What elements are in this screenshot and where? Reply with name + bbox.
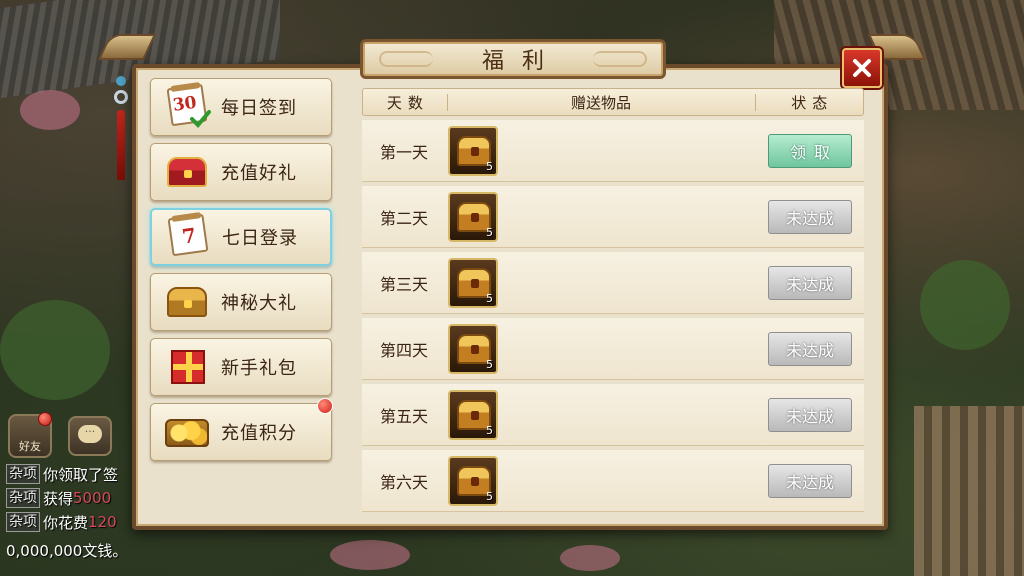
reward-table: 天数 赠送物品 状态 第一天 5 领取 第二天 5 未达成 第三天 5 未达成 … — [362, 88, 864, 512]
swirl-ornament-icon — [379, 51, 433, 67]
not-reached-button[interactable]: 未达成 — [768, 199, 852, 234]
sidebar-item-label: 新手礼包 — [221, 358, 297, 379]
sidebar-item-recharge-gift[interactable]: 充值好礼 — [150, 143, 332, 201]
header-day: 天数 — [386, 93, 429, 112]
sidebar-item-newbie-pack[interactable]: 新手礼包 — [150, 338, 332, 396]
table-row: 第二天 5 未达成 — [362, 186, 864, 248]
row-day: 第四天 — [379, 340, 428, 360]
table-row: 第三天 5 未达成 — [362, 252, 864, 314]
row-day: 第二天 — [379, 208, 428, 228]
not-reached-button[interactable]: 未达成 — [768, 331, 852, 366]
reward-chest-item[interactable]: 5 — [448, 389, 498, 440]
sidebar-item-label: 七日登录 — [222, 228, 298, 249]
blossom-decoration — [560, 545, 620, 571]
gold-chest-icon — [163, 279, 211, 325]
chat-line: 杂项 你领取了签 — [6, 462, 146, 486]
reward-chest-item[interactable]: 5 — [448, 323, 498, 374]
item-quantity: 5 — [486, 159, 493, 173]
hanging-charm-icon — [112, 76, 130, 186]
blossom-decoration — [330, 540, 410, 570]
item-quantity: 5 — [486, 225, 493, 239]
treasure-chest-icon — [163, 149, 211, 195]
not-reached-button[interactable]: 未达成 — [768, 397, 852, 432]
reward-chest-item[interactable]: 5 — [448, 191, 498, 242]
calendar-7-icon: 7 — [164, 211, 212, 260]
close-button[interactable] — [842, 48, 882, 88]
chat-text: 你花费 — [43, 513, 89, 532]
table-row: 第四天 5 未达成 — [362, 318, 864, 380]
chat-highlight: 120 — [88, 513, 117, 531]
friends-button[interactable]: 好友 — [8, 412, 52, 458]
friends-label: 好友 — [19, 440, 41, 453]
foliage-decoration — [920, 260, 1010, 350]
item-quantity: 5 — [486, 291, 493, 305]
chat-bubble-icon: ··· — [78, 425, 102, 443]
chat-line-tail: 0,000,000文钱。 — [6, 542, 128, 560]
not-reached-button[interactable]: 未达成 — [768, 265, 852, 300]
close-icon — [853, 59, 871, 77]
swirl-ornament-icon — [593, 51, 647, 67]
chat-highlight: 5000 — [73, 489, 112, 507]
row-day: 第一天 — [379, 142, 428, 162]
chat-text: 获得 — [43, 489, 74, 508]
row-day: 第三天 — [379, 274, 428, 294]
table-row: 第六天 5 未达成 — [362, 450, 864, 512]
row-day: 第六天 — [379, 472, 428, 492]
notification-dot-icon — [38, 412, 52, 426]
calendar-30-icon: 30 — [163, 81, 211, 130]
header-item: 赠送物品 — [446, 92, 756, 113]
sidebar-item-label: 充值积分 — [221, 423, 297, 444]
foliage-decoration — [0, 300, 110, 400]
sidebar-item-recharge-points[interactable]: 充值积分 — [150, 398, 333, 461]
sidebar-item-daily-signin[interactable]: 30 每日签到 — [150, 78, 332, 136]
table-header: 天数 赠送物品 状态 — [362, 88, 864, 116]
chat-tag: 杂项 — [6, 488, 40, 508]
notification-dot-icon — [317, 398, 333, 414]
chat-line: 杂项 你花费 120 — [6, 510, 146, 534]
chat-tag: 杂项 — [6, 512, 40, 532]
blossom-decoration — [20, 90, 80, 130]
item-quantity: 5 — [486, 489, 493, 503]
gift-box-icon — [163, 344, 211, 390]
chat-line: 杂项 获得 5000 — [6, 486, 146, 510]
reward-chest-item[interactable]: 5 — [448, 257, 498, 308]
welfare-sidebar: 30 每日签到 充值好礼 7 七日登录 神秘大礼 新手礼包 充值积分 — [150, 78, 336, 468]
coin-chest-icon — [163, 409, 211, 455]
reward-chest-item[interactable]: 5 — [448, 455, 498, 506]
sidebar-item-label: 每日签到 — [221, 98, 297, 119]
table-row: 第一天 5 领取 — [362, 120, 864, 182]
item-quantity: 5 — [486, 423, 493, 437]
wooden-fence — [914, 406, 1024, 576]
sidebar-item-label: 充值好礼 — [221, 163, 297, 184]
sidebar-item-label: 神秘大礼 — [221, 293, 297, 314]
not-reached-button[interactable]: 未达成 — [768, 463, 852, 498]
table-row: 第五天 5 未达成 — [362, 384, 864, 446]
window-title: 福利 — [481, 49, 562, 74]
sidebar-item-seven-day-login[interactable]: 7 七日登录 — [150, 208, 332, 266]
chat-log: 杂项 你领取了签 杂项 获得 5000 杂项 你花费 120 — [6, 462, 146, 534]
sidebar-item-mystery-gift[interactable]: 神秘大礼 — [150, 273, 332, 331]
claim-button[interactable]: 领取 — [768, 133, 852, 168]
chat-tag: 杂项 — [6, 464, 40, 484]
window-title-plaque: 福利 — [360, 39, 666, 79]
header-status: 状态 — [755, 92, 863, 113]
reward-chest-item[interactable]: 5 — [448, 125, 498, 176]
item-quantity: 5 — [486, 357, 493, 371]
chat-text: 你领取了签 — [43, 465, 119, 484]
row-day: 第五天 — [379, 406, 428, 426]
chat-button[interactable]: ··· — [68, 416, 112, 456]
